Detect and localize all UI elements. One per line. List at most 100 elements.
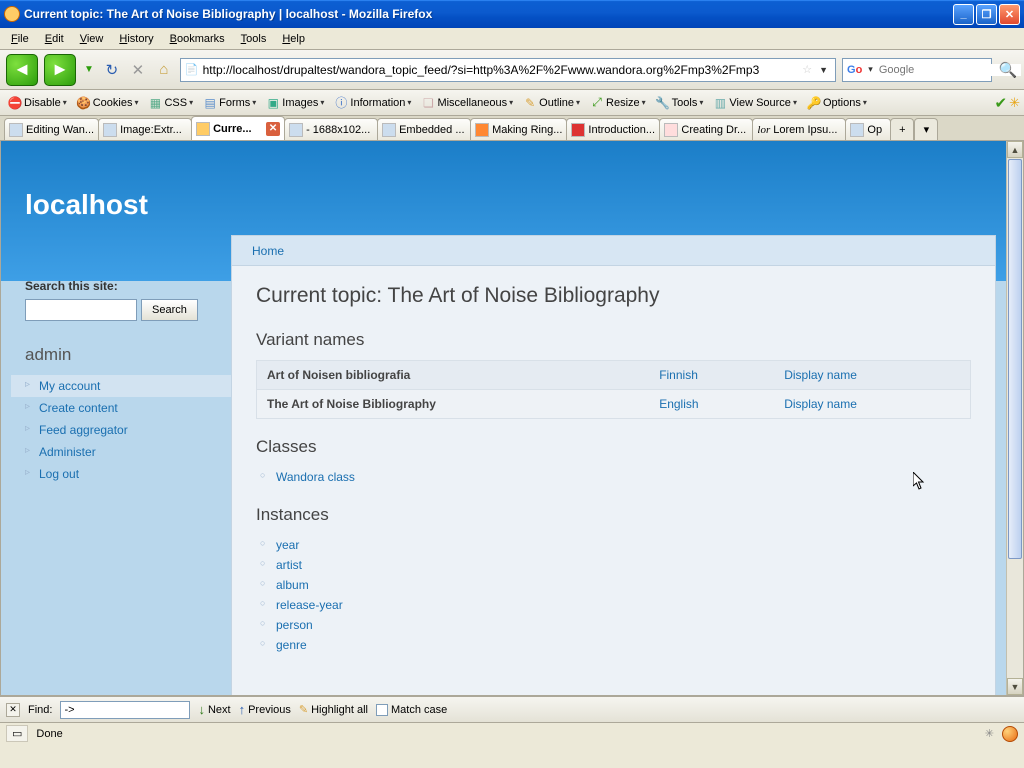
devtool-information[interactable]: ⓘInformation▾ <box>330 94 415 112</box>
search-engine-dropdown[interactable]: ▾ <box>865 64 876 75</box>
display-link[interactable]: Display name <box>784 397 857 411</box>
scroll-up-button[interactable]: ▲ <box>1007 141 1023 158</box>
topic-link[interactable]: artist <box>276 558 302 572</box>
menu-bookmarks[interactable]: Bookmarks <box>163 31 232 47</box>
lang-link[interactable]: Finnish <box>659 368 698 382</box>
status-bar: ▭ Done ✳ <box>0 722 1024 744</box>
topic-link[interactable]: Wandora class <box>276 470 355 484</box>
new-tab-button[interactable]: + <box>890 118 914 140</box>
url-input[interactable] <box>203 63 799 77</box>
status-tab-icon[interactable]: ▭ <box>6 725 28 742</box>
devtool-images[interactable]: ▣Images▾ <box>262 94 328 112</box>
devtool-cookies[interactable]: 🍪Cookies▾ <box>73 94 143 112</box>
admin-menu-item[interactable]: Administer <box>25 441 217 463</box>
topic-link[interactable]: album <box>276 578 309 592</box>
find-previous-button[interactable]: ↑Previous <box>239 702 291 717</box>
match-case-checkbox[interactable]: Match case <box>376 704 447 716</box>
menu-view[interactable]: View <box>73 31 111 47</box>
scroll-down-button[interactable]: ▼ <box>1007 678 1023 695</box>
history-dropdown[interactable]: ▼ <box>82 64 96 75</box>
search-bar[interactable]: Go ▾ <box>842 58 992 82</box>
menu-tools[interactable]: Tools <box>234 31 274 47</box>
tab-favicon <box>103 123 117 137</box>
devtool-miscellaneous[interactable]: ❏Miscellaneous▾ <box>417 94 517 112</box>
tab-favicon <box>382 123 396 137</box>
list-item: album <box>256 575 971 595</box>
highlight-all-button[interactable]: ✎Highlight all <box>299 703 368 716</box>
vertical-scrollbar[interactable]: ▲ ▼ <box>1006 141 1023 695</box>
tab[interactable]: - 1688x102... <box>284 118 378 140</box>
tab-list-button[interactable]: ▾ <box>914 118 938 140</box>
menu-help[interactable]: Help <box>275 31 312 47</box>
admin-menu-item[interactable]: Create content <box>25 397 217 419</box>
site-search-button[interactable]: Search <box>141 299 198 321</box>
status-gear-icon[interactable]: ✳ <box>985 727 994 740</box>
scroll-thumb[interactable] <box>1008 159 1022 559</box>
bookmark-star-icon[interactable]: ☆ <box>802 63 812 76</box>
devtool-tools[interactable]: 🔧Tools▾ <box>652 94 708 112</box>
tab-favicon <box>289 123 303 137</box>
tab[interactable]: lorLorem Ipsu... <box>752 118 846 140</box>
tab[interactable]: Curre...✕ <box>191 116 285 140</box>
classes-heading: Classes <box>256 437 971 457</box>
menu-history[interactable]: History <box>112 31 160 47</box>
variant-names-heading: Variant names <box>256 330 971 350</box>
minimize-button[interactable]: _ <box>953 4 974 25</box>
variant-table: Art of Noisen bibliografiaFinnishDisplay… <box>256 360 971 419</box>
devtool-resize[interactable]: ⤢Resize▾ <box>586 94 650 112</box>
devtool-forms[interactable]: ▤Forms▾ <box>199 94 260 112</box>
tab[interactable]: Creating Dr... <box>659 118 753 140</box>
back-button[interactable]: ◄ <box>6 54 38 86</box>
home-button[interactable]: ⌂ <box>154 60 174 80</box>
close-button[interactable]: ✕ <box>999 4 1020 25</box>
url-dropdown[interactable]: ▼ <box>816 65 831 75</box>
topic-link[interactable]: genre <box>276 638 307 652</box>
admin-menu-item[interactable]: Feed aggregator <box>25 419 217 441</box>
instances-heading: Instances <box>256 505 971 525</box>
maximize-button[interactable]: ❐ <box>976 4 997 25</box>
tab[interactable]: Introduction... <box>566 118 660 140</box>
admin-menu-item[interactable]: My account <box>11 375 231 397</box>
devtool-disable[interactable]: ⛔Disable▾ <box>4 94 71 112</box>
sidebar: Search this site: Search admin My accoun… <box>11 235 231 695</box>
findbar-close-button[interactable]: ✕ <box>6 703 20 717</box>
devtool-view-source[interactable]: ▥View Source▾ <box>709 94 801 112</box>
list-item: person <box>256 615 971 635</box>
devtool-options[interactable]: 🔑Options▾ <box>803 94 871 112</box>
topic-link[interactable]: year <box>276 538 299 552</box>
url-bar[interactable]: 📄 ☆ ▼ <box>180 58 836 82</box>
tab-favicon <box>475 123 489 137</box>
main-column: Home Current topic: The Art of Noise Bib… <box>231 235 996 695</box>
display-link[interactable]: Display name <box>784 368 857 382</box>
admin-block-title: admin <box>25 345 217 365</box>
admin-menu-item[interactable]: Log out <box>25 463 217 485</box>
menu-edit[interactable]: Edit <box>38 31 71 47</box>
tab[interactable]: Op <box>845 118 891 140</box>
tab-favicon <box>196 122 210 136</box>
topic-link[interactable]: release-year <box>276 598 343 612</box>
find-next-button[interactable]: ↓Next <box>198 702 230 717</box>
devtool-outline[interactable]: ✎Outline▾ <box>519 94 584 112</box>
tab[interactable]: Making Ring... <box>470 118 567 140</box>
validate-icon[interactable]: ✔ <box>995 94 1008 112</box>
forward-button[interactable]: ► <box>44 54 76 86</box>
content-viewport: localhost Search this site: Search admin… <box>0 141 1024 696</box>
tab-close-button[interactable]: ✕ <box>266 122 280 136</box>
reload-button[interactable]: ↻ <box>102 60 122 80</box>
tab[interactable]: Editing Wan... <box>4 118 99 140</box>
tab[interactable]: Image:Extr... <box>98 118 192 140</box>
lang-link[interactable]: English <box>659 397 698 411</box>
navigation-toolbar: ◄ ► ▼ ↻ ✕ ⌂ 📄 ☆ ▼ Go ▾ 🔍 <box>0 50 1024 90</box>
menu-file[interactable]: File <box>4 31 36 47</box>
breadcrumb-home[interactable]: Home <box>252 244 284 258</box>
firefox-status-icon[interactable] <box>1002 726 1018 742</box>
find-input[interactable] <box>60 701 190 719</box>
table-row: The Art of Noise BibliographyEnglishDisp… <box>257 390 971 419</box>
topic-link[interactable]: person <box>276 618 313 632</box>
devtool-css[interactable]: ▦CSS▾ <box>144 94 197 112</box>
stop-button[interactable]: ✕ <box>128 60 148 80</box>
site-search-input[interactable] <box>25 299 137 321</box>
tab[interactable]: Embedded ... <box>377 118 471 140</box>
search-go-button[interactable]: 🔍 <box>998 60 1018 80</box>
devtool-settings-icon[interactable]: ✳ <box>1009 95 1020 111</box>
